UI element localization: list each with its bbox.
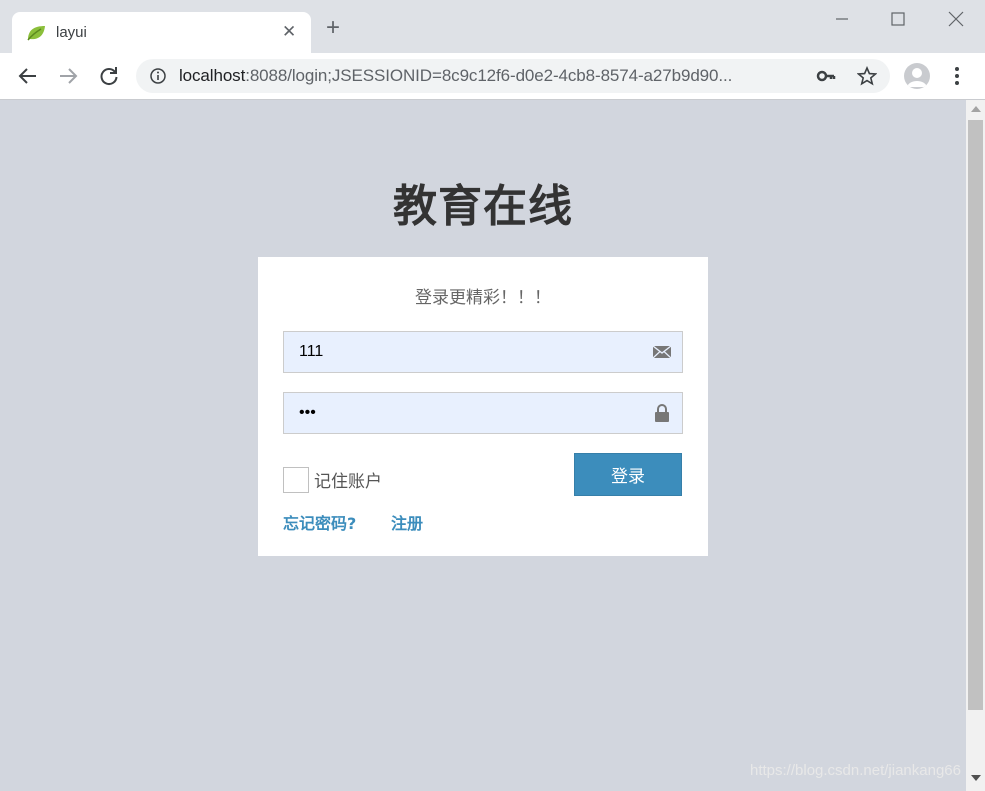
scroll-up-arrow-icon[interactable] <box>971 106 981 112</box>
maximize-icon[interactable] <box>886 8 910 30</box>
vertical-scrollbar[interactable] <box>966 100 985 791</box>
login-button[interactable]: 登录 <box>574 453 682 496</box>
url-host: localhost <box>179 66 246 85</box>
address-toolbar: localhost:8088/login;JSESSIONID=8c9c12f6… <box>0 53 985 100</box>
page-viewport: 教育在线 登录更精彩！！！ 记住账户 登录 忘记密码? 注册 https://b… <box>0 100 966 791</box>
remember-label: 记住账户 <box>314 472 382 492</box>
tab-close-icon[interactable]: ✕ <box>282 22 296 42</box>
password-input[interactable] <box>284 393 649 433</box>
url-text[interactable]: localhost:8088/login;JSESSIONID=8c9c12f6… <box>179 66 732 86</box>
profile-avatar-icon[interactable] <box>904 63 930 89</box>
menu-dots-icon[interactable] <box>948 65 966 87</box>
url-path: :8088/login;JSESSIONID=8c9c12f6-d0e2-4cb… <box>245 66 733 85</box>
reload-icon[interactable] <box>95 63 123 89</box>
new-tab-button[interactable]: + <box>326 16 340 40</box>
scroll-down-arrow-icon[interactable] <box>971 775 981 781</box>
lock-icon <box>655 404 669 422</box>
forgot-password-link[interactable]: 忘记密码? <box>283 510 356 534</box>
username-field[interactable] <box>283 331 683 373</box>
browser-tab[interactable]: layui ✕ <box>12 12 311 53</box>
page-title: 教育在线 <box>393 181 573 232</box>
login-message: 登录更精彩！！！ <box>415 288 551 308</box>
login-box: 登录更精彩！！！ 记住账户 登录 忘记密码? 注册 <box>258 257 708 556</box>
forward-arrow-icon[interactable] <box>54 63 82 89</box>
remember-checkbox[interactable] <box>283 467 309 493</box>
star-bookmark-icon[interactable] <box>857 66 877 86</box>
back-arrow-icon[interactable] <box>14 63 42 89</box>
omnibox[interactable]: localhost:8088/login;JSESSIONID=8c9c12f6… <box>136 59 890 93</box>
tab-title: layui <box>56 24 87 41</box>
site-info-icon[interactable] <box>150 68 166 84</box>
leaf-favicon-icon <box>27 26 45 41</box>
key-icon[interactable] <box>816 66 836 86</box>
envelope-icon <box>652 345 672 359</box>
browser-tab-strip: layui ✕ + <box>0 0 985 53</box>
username-input[interactable] <box>284 332 649 372</box>
close-window-icon[interactable] <box>944 8 968 30</box>
scroll-thumb[interactable] <box>968 120 983 710</box>
watermark: https://blog.csdn.net/jiankang66 <box>750 762 961 779</box>
password-field[interactable] <box>283 392 683 434</box>
register-link[interactable]: 注册 <box>391 510 423 534</box>
minimize-icon[interactable] <box>830 8 854 30</box>
